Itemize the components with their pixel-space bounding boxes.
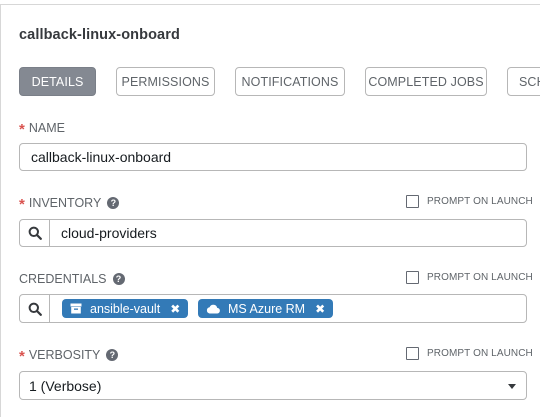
- tab-schedules-label: SCH: [519, 74, 540, 89]
- inventory-label-row: * INVENTORY ?: [19, 195, 120, 213]
- panel-left-border: [0, 4, 1, 417]
- question-circle-icon[interactable]: ?: [106, 349, 119, 361]
- question-circle-icon[interactable]: ?: [112, 273, 125, 285]
- close-icon[interactable]: ✖: [170, 302, 180, 316]
- question-circle-icon[interactable]: ?: [107, 197, 120, 209]
- credentials-prompt-checkbox[interactable]: [406, 271, 419, 284]
- credentials-prompt-label: PROMPT ON LAUNCH: [427, 272, 533, 283]
- verbosity-label: VERBOSITY: [28, 348, 101, 362]
- tab-schedules[interactable]: SCH: [507, 67, 540, 96]
- archive-icon: [70, 303, 82, 314]
- cloud-icon: [206, 304, 220, 314]
- inventory-prompt-checkbox[interactable]: [406, 195, 419, 208]
- search-icon: [28, 302, 42, 316]
- credentials-label-row: CREDENTIALS ?: [19, 271, 125, 287]
- credentials-lookup[interactable]: ansible-vault ✖ MS Azure RM ✖: [19, 294, 527, 323]
- chip-label: ansible-vault: [90, 301, 161, 316]
- name-label: NAME: [28, 121, 65, 135]
- required-asterisk: *: [19, 121, 25, 138]
- tab-notifications[interactable]: NOTIFICATIONS: [235, 67, 345, 96]
- tab-completed-jobs[interactable]: COMPLETED JOBS: [365, 67, 487, 96]
- name-label-row: * NAME: [19, 120, 65, 138]
- inventory-label: INVENTORY: [28, 196, 102, 210]
- name-value: callback-linux-onboard: [31, 149, 172, 165]
- credentials-prompt-on-launch[interactable]: PROMPT ON LAUNCH: [406, 271, 533, 284]
- search-icon: [28, 226, 42, 240]
- panel-top-border: [0, 4, 540, 5]
- verbosity-prompt-label: PROMPT ON LAUNCH: [427, 348, 533, 359]
- credentials-search-button[interactable]: [20, 295, 50, 322]
- inventory-prompt-on-launch[interactable]: PROMPT ON LAUNCH: [406, 195, 533, 208]
- close-icon[interactable]: ✖: [315, 302, 325, 316]
- credential-chip-ansible-vault[interactable]: ansible-vault ✖: [62, 299, 189, 318]
- inventory-value: cloud-providers: [61, 225, 157, 241]
- verbosity-prompt-checkbox[interactable]: [406, 347, 419, 360]
- required-asterisk: *: [19, 348, 25, 365]
- verbosity-value: 1 (Verbose): [29, 377, 102, 394]
- verbosity-label-row: * VERBOSITY ?: [19, 347, 119, 365]
- name-input[interactable]: callback-linux-onboard: [19, 143, 527, 171]
- inventory-lookup[interactable]: cloud-providers: [19, 219, 527, 247]
- verbosity-select[interactable]: 1 (Verbose): [19, 371, 527, 400]
- required-asterisk: *: [19, 196, 25, 213]
- verbosity-prompt-on-launch[interactable]: PROMPT ON LAUNCH: [406, 347, 533, 360]
- tab-details[interactable]: DETAILS: [19, 67, 96, 96]
- credentials-label: CREDENTIALS: [19, 272, 107, 286]
- inventory-prompt-label: PROMPT ON LAUNCH: [427, 196, 533, 207]
- template-title: callback-linux-onboard: [19, 27, 180, 43]
- tab-permissions[interactable]: PERMISSIONS: [116, 67, 215, 96]
- chip-label: MS Azure RM: [228, 301, 306, 316]
- caret-down-icon: [508, 383, 516, 389]
- inventory-search-button[interactable]: [20, 220, 50, 246]
- credential-chip-ms-azure-rm[interactable]: MS Azure RM ✖: [198, 299, 334, 318]
